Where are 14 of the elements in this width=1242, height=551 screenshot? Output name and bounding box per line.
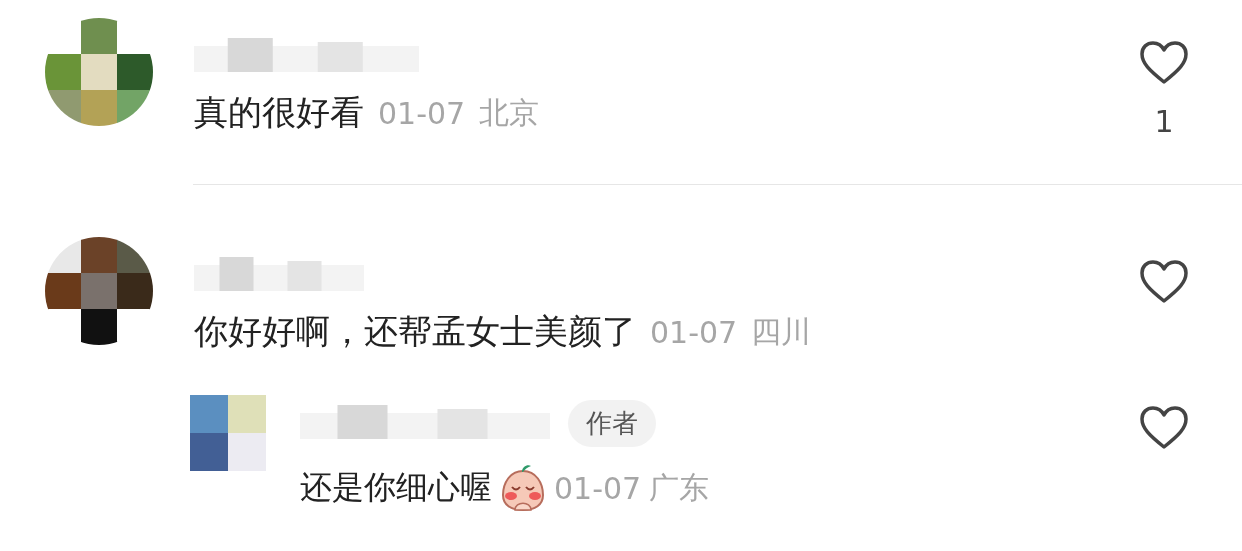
comment-date: 01-07 (378, 95, 466, 131)
heart-icon[interactable] (1139, 40, 1189, 86)
heart-icon[interactable] (1139, 405, 1189, 451)
comment-location: 广东 (649, 468, 710, 507)
comment-text: 你好好啊，还帮孟女士美颜了 (194, 310, 636, 353)
comment-date: 01-07 (554, 470, 642, 506)
heart-icon[interactable] (1139, 259, 1189, 305)
author-badge: 作者 (568, 399, 656, 447)
comment-location: 北京 (479, 93, 540, 132)
reply-text: 还是你细心喔 (300, 467, 492, 508)
comment-date: 01-07 (650, 314, 738, 350)
comment-text: 真的很好看 (194, 91, 364, 134)
like-count: 1 (1154, 104, 1174, 139)
comment-location: 四川 (751, 312, 812, 351)
